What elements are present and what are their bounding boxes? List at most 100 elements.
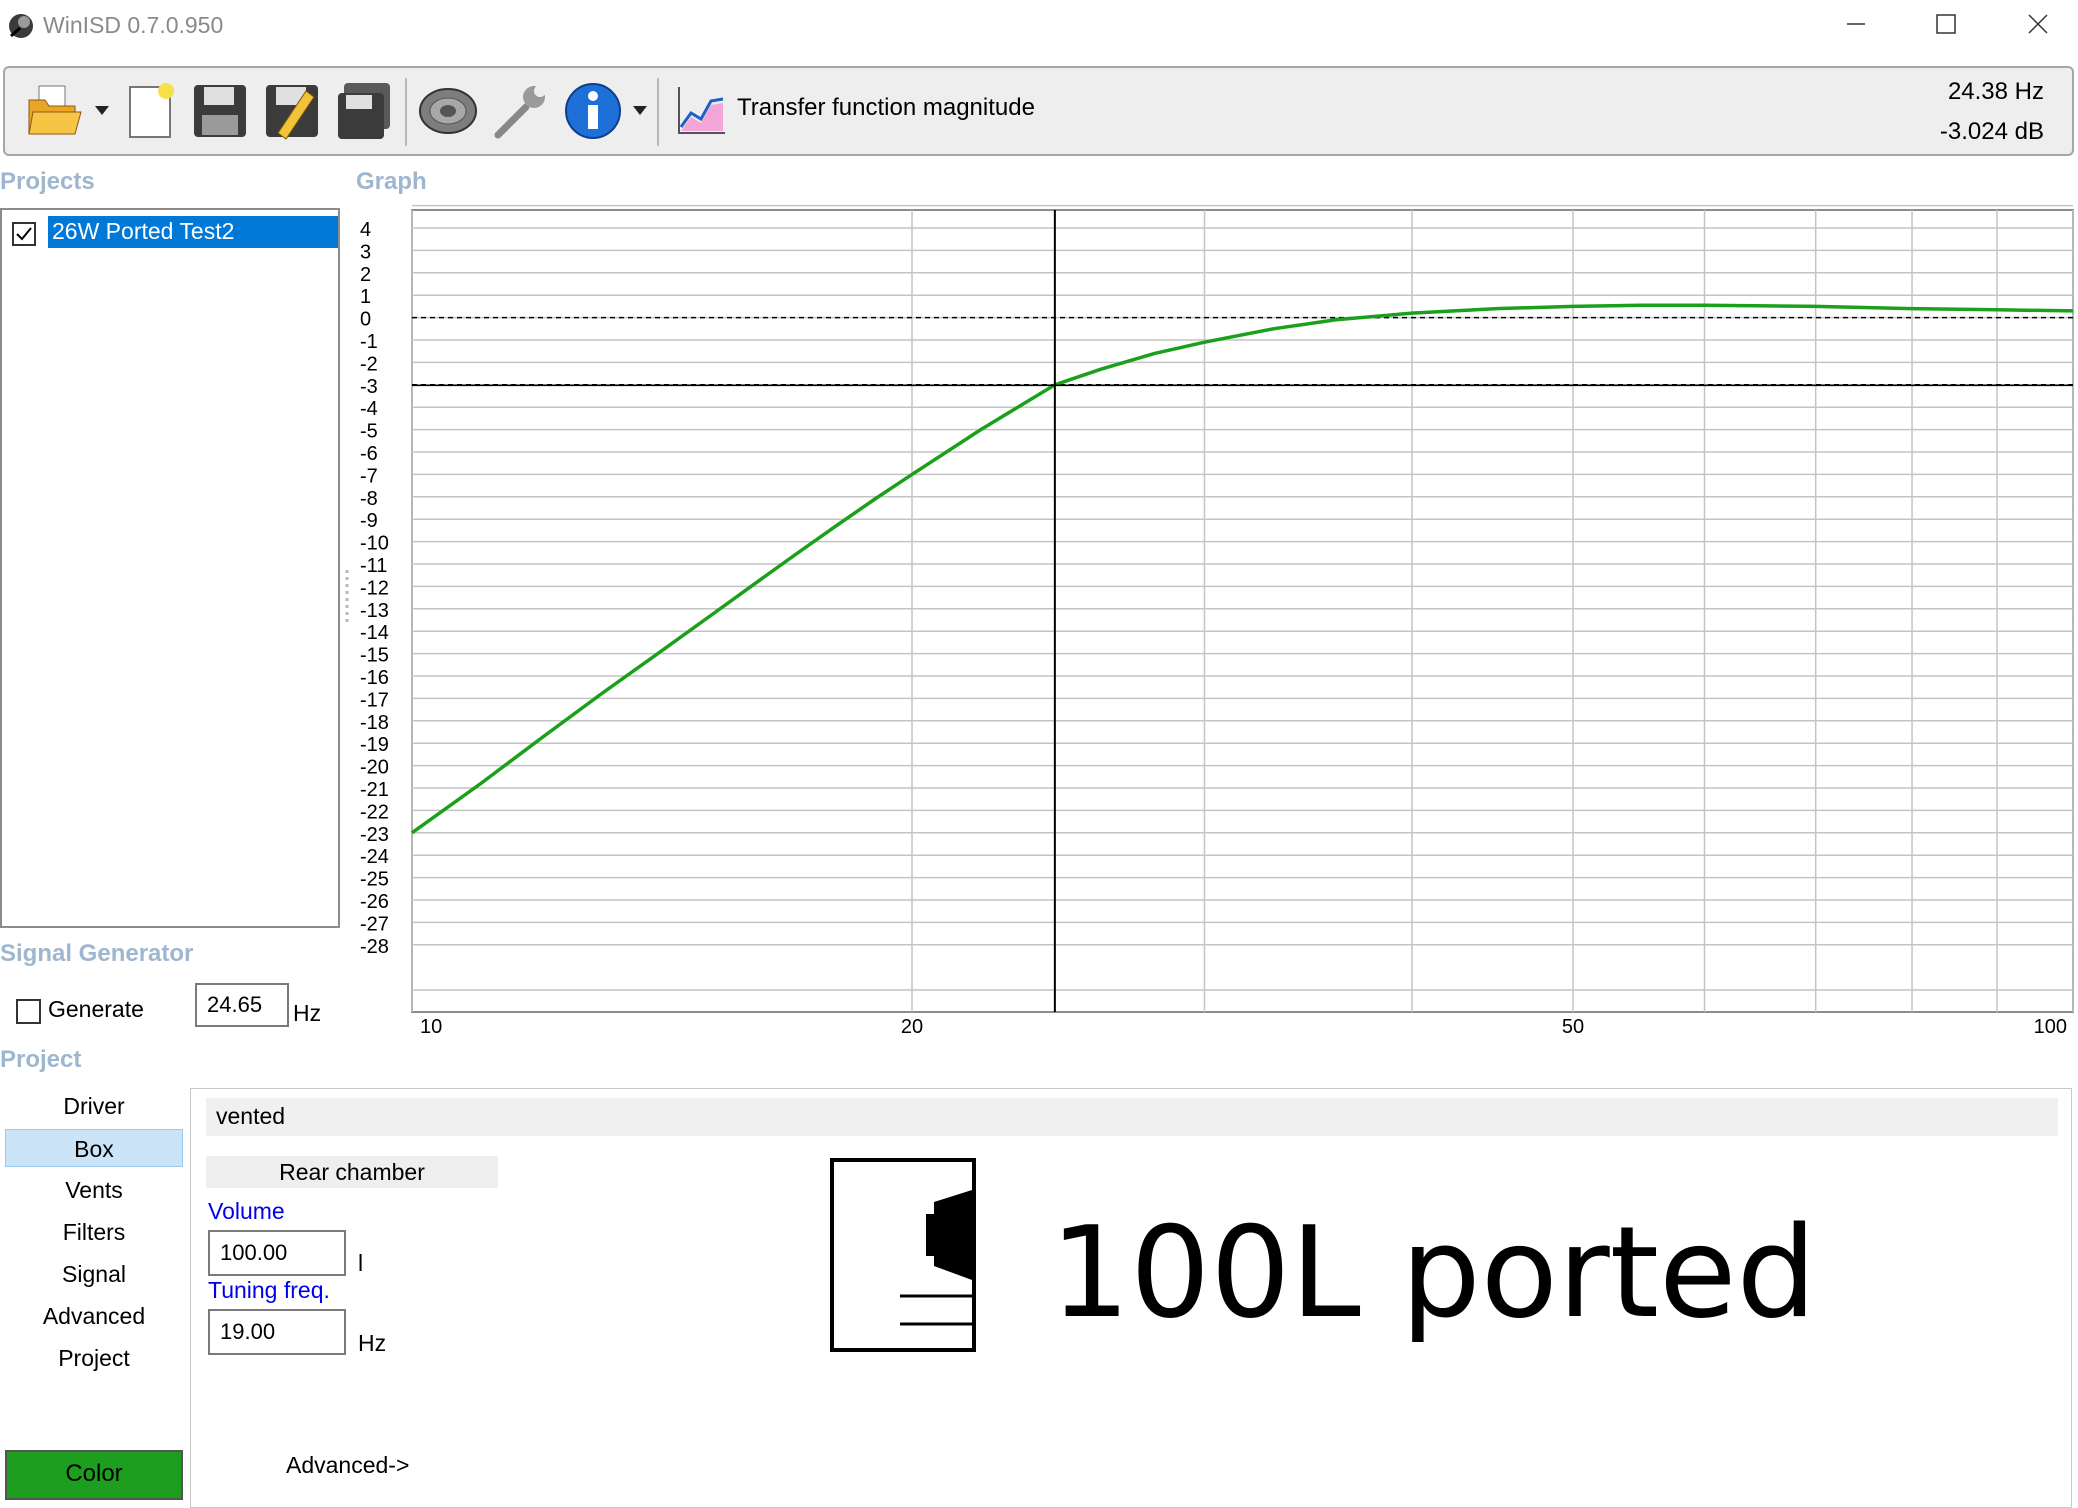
volume-unit: l [358,1250,364,1276]
advanced-link[interactable]: Advanced-> [286,1452,409,1479]
toolbar-separator [405,78,407,146]
chart-icon [678,87,725,134]
project-nav-item-project[interactable]: Project [5,1339,183,1377]
y-tick-label: -25 [360,869,389,891]
save-button[interactable] [187,78,253,144]
graph-section-title: Graph [356,168,427,195]
graph-mode-label[interactable]: Transfer function magnitude [737,94,1035,122]
open-project-button[interactable] [19,78,91,144]
y-tick-label: -27 [360,913,389,935]
y-tick-label: -18 [360,712,389,734]
save-all-button[interactable] [331,78,397,144]
rear-chamber-header: Rear chamber [206,1156,498,1188]
close-icon [2028,14,2048,34]
y-tick-label: -21 [360,779,389,801]
y-tick-label: -23 [360,824,389,846]
window-title: WinISD 0.7.0.950 [43,12,224,38]
y-tick-label: 1 [360,286,371,308]
close-button[interactable] [1992,0,2078,48]
volume-input[interactable] [208,1230,346,1276]
new-document-icon [129,83,174,138]
project-nav-item-advanced[interactable]: Advanced [5,1297,183,1335]
y-tick-label: -8 [360,488,378,510]
projects-list: 26W Ported Test2 [0,208,340,928]
y-tick-label: -3 [360,376,378,398]
open-folder-icon [28,85,82,135]
x-axis-tick-labels: 10 20 50 100 [420,1016,2067,1038]
y-tick-label: -2 [360,353,378,375]
project-nav-item-driver[interactable]: Driver [5,1087,183,1125]
tuning-freq-unit: Hz [358,1330,387,1356]
tuning-freq-input[interactable] [208,1309,346,1355]
y-tick-label: -19 [360,734,389,756]
y-tick-label: 0 [360,309,371,331]
driver-icon [419,88,477,134]
x-tick-label: 50 [1562,1016,1584,1038]
project-list-item[interactable]: 26W Ported Test2 [6,214,338,250]
minimize-icon [1847,23,1865,25]
graph-type-button[interactable] [671,78,731,144]
y-tick-label: 2 [360,264,371,286]
graph-grid [411,204,2074,1013]
open-dropdown-button[interactable] [91,78,113,144]
tuning-freq-label: Tuning freq. [208,1277,330,1303]
y-tick-label: 3 [360,241,371,263]
project-nav-item-filters[interactable]: Filters [5,1213,183,1251]
reference-lines [412,316,2073,386]
checkmark-icon [16,227,32,241]
new-project-button[interactable] [119,78,183,144]
signal-generator-section-title: Signal Generator [0,940,194,967]
plot-area [411,209,2074,1013]
generate-label: Generate [48,996,144,1022]
about-dropdown-button[interactable] [629,78,651,144]
project-nav-item-vents[interactable]: Vents [5,1171,183,1209]
maximize-icon [1936,14,1956,34]
cursor-frequency-readout: 24.38 Hz [1947,78,2044,105]
y-tick-label: -12 [360,577,389,599]
project-color-button[interactable]: Color [5,1450,183,1500]
settings-wrench-icon [494,85,546,139]
projects-section-title: Projects [0,168,95,195]
maximize-button[interactable] [1900,0,1992,48]
graph-series [410,303,2074,835]
x-tick-label: 100 [2034,1016,2067,1038]
y-tick-label: -1 [360,331,378,353]
chevron-down-icon [95,106,109,115]
y-tick-label: -26 [360,891,389,913]
y-tick-label: -4 [360,398,378,420]
y-tick-label: -10 [360,533,389,555]
y-tick-label: -17 [360,689,389,711]
minimize-button[interactable] [1810,0,1902,48]
x-tick-label: 10 [420,1016,442,1038]
vented-box-diagram-icon [830,1158,976,1352]
save-all-icon [338,83,390,139]
box-type-label: vented [206,1098,2058,1136]
y-tick-label: -7 [360,465,378,487]
cursor-level-readout: -3.024 dB [1939,118,2044,145]
project-nav-item-box[interactable]: Box [5,1129,183,1167]
y-tick-label: -13 [360,600,389,622]
app-logo-icon [9,14,33,38]
x-tick-label: 20 [901,1016,923,1038]
y-tick-label: -14 [360,622,389,644]
box-name-label: 100L ported [1050,1199,1817,1346]
save-icon [194,85,246,137]
y-tick-label: -11 [360,555,387,577]
settings-button[interactable] [487,78,553,144]
driver-editor-button[interactable] [413,78,483,144]
project-visible-checkbox[interactable] [12,222,36,246]
y-tick-label: -6 [360,443,378,465]
toolbar: Transfer function magnitude 24.38 Hz -3.… [3,66,2074,156]
project-nav-item-signal[interactable]: Signal [5,1255,183,1293]
title-bar: WinISD 0.7.0.950 [0,0,2078,50]
generate-checkbox[interactable] [16,999,41,1024]
save-as-button[interactable] [259,78,325,144]
save-as-icon [266,85,318,140]
response-curve [410,303,2074,835]
y-tick-label: -28 [360,936,389,958]
project-name[interactable]: 26W Ported Test2 [48,216,338,248]
signal-frequency-input[interactable] [195,983,289,1027]
about-button[interactable] [559,78,627,144]
y-tick-label: -20 [360,757,389,779]
toolbar-separator [657,78,659,146]
